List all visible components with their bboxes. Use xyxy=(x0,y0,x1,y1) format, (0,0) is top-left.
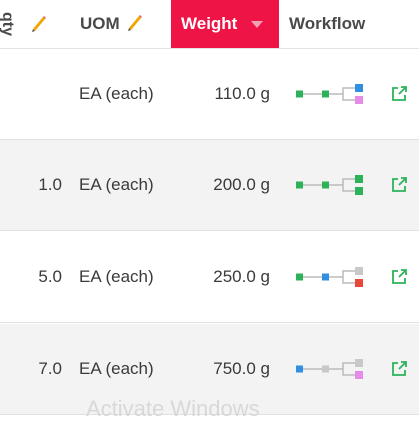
table-row[interactable]: 1.0 EA (each) 200.0 g xyxy=(0,140,419,231)
open-external-icon[interactable] xyxy=(390,49,412,139)
qty-edit-pencil-icon[interactable] xyxy=(30,14,46,37)
weight-cell[interactable]: 110.0 g xyxy=(170,49,270,139)
uom-cell[interactable]: EA (each) xyxy=(79,232,154,322)
workflow-node xyxy=(355,371,363,379)
workflow-node xyxy=(296,181,303,189)
table-row[interactable]: EA (each) 110.0 g xyxy=(0,49,419,140)
open-external-icon[interactable] xyxy=(390,232,412,322)
caret-down-icon[interactable] xyxy=(251,20,264,28)
table-row[interactable]: 5.0 EA (each) 250.0 g xyxy=(0,232,419,323)
workflow-diagram-icon[interactable] xyxy=(293,140,373,230)
workflow-node xyxy=(322,90,329,98)
workflow-node xyxy=(355,279,363,287)
workflow-node xyxy=(322,181,329,189)
column-header-weight[interactable]: Weight xyxy=(171,0,279,48)
qty-cell[interactable]: 1.0 xyxy=(0,140,62,230)
workflow-node xyxy=(296,365,303,373)
qty-cell[interactable] xyxy=(0,49,62,139)
column-header-workflow[interactable]: Workflow xyxy=(289,0,365,48)
qty-cell[interactable]: 7.0 xyxy=(0,324,62,414)
weight-cell[interactable]: 250.0 g xyxy=(170,232,270,322)
open-external-icon[interactable] xyxy=(390,324,412,414)
workflow-node xyxy=(355,187,363,195)
workflow-node xyxy=(296,90,303,98)
table-header: qty UOM Weight Workflow xyxy=(0,0,419,49)
workflow-diagram-icon[interactable] xyxy=(293,324,373,414)
workflow-diagram-icon[interactable] xyxy=(293,232,373,322)
open-external-icon[interactable] xyxy=(390,140,412,230)
qty-cell[interactable]: 5.0 xyxy=(0,232,62,322)
workflow-node xyxy=(355,84,363,92)
workflow-diagram-icon[interactable] xyxy=(293,49,373,139)
weight-header-label: Weight xyxy=(181,14,238,33)
workflow-node xyxy=(355,267,363,275)
workflow-header-label: Workflow xyxy=(289,14,366,33)
workflow-node xyxy=(322,273,329,281)
workflow-node xyxy=(322,365,329,373)
column-header-uom[interactable]: UOM xyxy=(80,0,142,48)
column-header-qty[interactable]: qty xyxy=(0,12,16,36)
uom-cell[interactable]: EA (each) xyxy=(79,140,154,230)
workflow-node xyxy=(296,273,303,281)
uom-edit-pencil-icon[interactable] xyxy=(126,13,142,36)
workflow-node xyxy=(355,175,363,183)
uom-cell[interactable]: EA (each) xyxy=(79,49,154,139)
workflow-node xyxy=(355,359,363,367)
uom-header-label: UOM xyxy=(80,14,120,33)
weight-cell[interactable]: 200.0 g xyxy=(170,140,270,230)
activate-windows-watermark: Activate Windows xyxy=(86,396,260,421)
workflow-node xyxy=(355,96,363,104)
